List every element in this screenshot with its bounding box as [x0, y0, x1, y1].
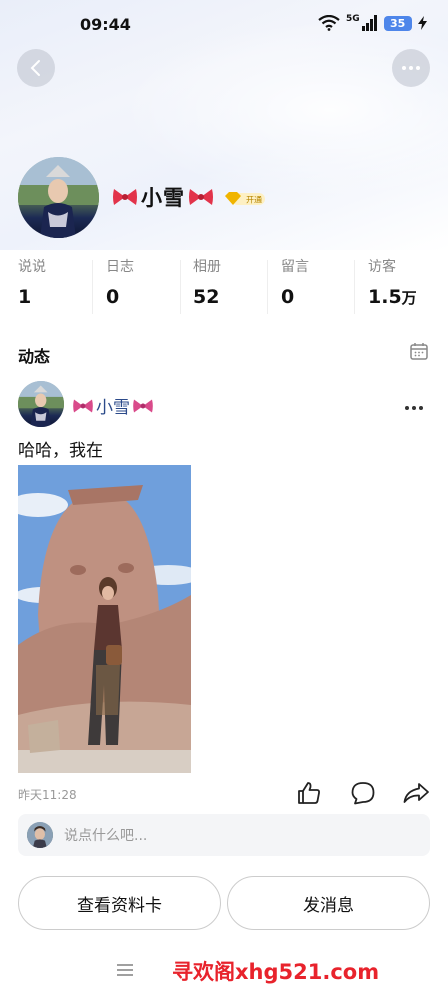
network-type-label: 5G	[346, 14, 360, 24]
stat-value: 1	[18, 286, 32, 308]
stat-value: 1.5万	[368, 286, 417, 308]
post-timestamp: 昨天11:28	[18, 788, 77, 802]
avatar-photo	[27, 822, 53, 848]
chevron-left-icon	[30, 60, 40, 76]
comment-bubble-icon	[351, 782, 375, 805]
profile-name-text: 小雪	[141, 186, 185, 210]
post-author-name-text: 小雪	[96, 398, 130, 418]
divider	[92, 260, 93, 314]
stat-value: 0	[106, 286, 120, 308]
user-avatar	[27, 822, 53, 848]
comment-button[interactable]	[350, 780, 376, 810]
bow-icon	[113, 189, 137, 205]
back-button[interactable]	[17, 49, 55, 87]
profile-name: 小雪	[112, 182, 214, 212]
share-arrow-icon	[403, 783, 429, 803]
view-profile-card-button[interactable]: 查看资料卡	[18, 876, 221, 930]
send-message-button[interactable]: 发消息	[227, 876, 430, 930]
like-button[interactable]	[296, 780, 322, 810]
comment-input[interactable]: 说点什么吧...	[18, 814, 430, 856]
divider	[267, 260, 268, 314]
stat-guestbook[interactable]: 留言 0	[281, 256, 309, 308]
stat-value: 0	[281, 286, 295, 308]
stat-label: 说说	[18, 259, 46, 275]
stat-value: 52	[193, 286, 220, 308]
stat-label: 访客	[368, 259, 396, 275]
avatar-photo	[18, 157, 99, 238]
bow-icon	[133, 398, 153, 413]
stat-label: 留言	[281, 259, 309, 275]
more-horizontal-icon	[402, 66, 420, 70]
stat-label: 相册	[193, 259, 221, 275]
post-more-button[interactable]	[404, 395, 424, 416]
stats-row: 说说 1 日志 0 相册 52 留言 0 访客 1.5万	[0, 256, 448, 320]
post-photo[interactable]	[18, 465, 191, 773]
nav-menu-button[interactable]	[116, 962, 134, 982]
vip-badge-label: 开通	[246, 195, 262, 205]
post-image	[18, 465, 191, 773]
status-time: 09:44	[80, 15, 131, 34]
status-icons: 5G 35	[318, 14, 427, 31]
vip-badge[interactable]: 开通	[224, 190, 266, 212]
calendar-icon[interactable]	[409, 341, 429, 365]
divider	[180, 260, 181, 314]
post-text: 哈哈，我在	[18, 441, 103, 461]
bow-icon	[73, 398, 93, 413]
comment-placeholder: 说点什么吧...	[64, 828, 148, 844]
stat-album[interactable]: 相册 52	[193, 256, 221, 308]
bow-icon	[189, 189, 213, 205]
menu-icon	[117, 964, 133, 976]
section-title: 动态	[18, 347, 51, 366]
stat-shuoshuo[interactable]: 说说 1	[18, 256, 46, 308]
status-bar: 09:44 5G 35	[0, 0, 448, 48]
wifi-icon	[318, 15, 340, 31]
divider	[354, 260, 355, 314]
battery-icon: 35	[383, 15, 412, 31]
more-horizontal-icon	[405, 406, 423, 410]
post-author-avatar[interactable]	[18, 381, 64, 427]
stat-journal[interactable]: 日志 0	[106, 256, 134, 308]
signal-icon	[361, 15, 377, 31]
watermark: 寻欢阁xhg521.com	[172, 960, 380, 984]
avatar-photo	[18, 381, 64, 427]
charging-icon	[417, 16, 427, 30]
thumbs-up-icon	[298, 782, 320, 804]
stat-label: 日志	[106, 259, 134, 275]
profile-avatar[interactable]	[18, 157, 99, 238]
stat-visitors[interactable]: 访客 1.5万	[368, 256, 417, 308]
vip-diamond-icon: 开通	[225, 192, 265, 205]
share-button[interactable]	[402, 780, 430, 810]
more-options-button[interactable]	[392, 49, 430, 87]
post-author-name[interactable]: 小雪	[72, 393, 154, 418]
